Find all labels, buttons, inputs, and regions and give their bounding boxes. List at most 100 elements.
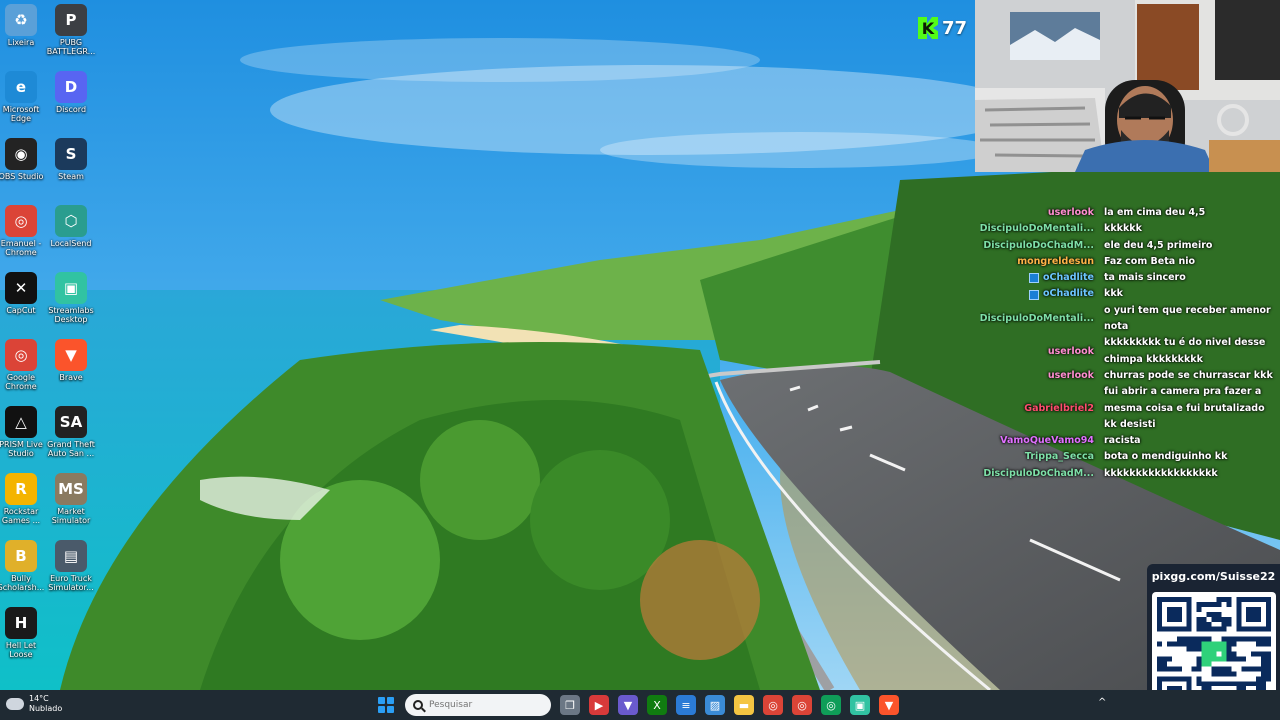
chrome-icon[interactable]: ◎: [821, 695, 841, 715]
market-simulator-icon: MS: [55, 473, 87, 505]
chat-username[interactable]: userlook: [980, 205, 1104, 221]
desktop-icon[interactable]: B Bully Scholarsh...: [0, 540, 46, 592]
recycle-bin-icon: ♻: [5, 4, 37, 36]
search-icon: [413, 700, 423, 710]
desktop-icon-label: Brave: [59, 373, 83, 382]
desktop-icon-label: Discord: [55, 105, 87, 114]
desktop-icon-label: OBS Studio: [0, 172, 44, 181]
chat-message-text: la em cima deu 4,5: [1104, 207, 1206, 218]
chat-message: oChadlite ta mais sincero: [980, 270, 1275, 286]
chat-username[interactable]: Trippa_Secca: [980, 449, 1104, 465]
desktop-icon-label: LocalSend: [50, 239, 92, 248]
steam-icon: S: [55, 138, 87, 170]
desktop-icon[interactable]: e Microsoft Edge: [0, 71, 46, 123]
chat-username[interactable]: oChadlite: [980, 270, 1104, 286]
desktop-icon-label: Microsoft Edge: [2, 105, 40, 123]
desktop-icon[interactable]: MS Market Simulator: [46, 473, 96, 525]
weather-widget[interactable]: 14°C Nublado: [6, 694, 62, 714]
desktop-icon[interactable]: P PUBG BATTLEGR...: [46, 4, 96, 56]
xbox-icon[interactable]: X: [647, 695, 667, 715]
desktop-icon[interactable]: ◎ Emanuel - Chrome: [0, 205, 46, 257]
desktop-icon-label: PRISM Live Studio: [0, 440, 43, 458]
chat-username[interactable]: oChadlite: [980, 286, 1104, 302]
kick-logo-icon: K: [918, 17, 938, 39]
discord-icon: D: [55, 71, 87, 103]
chat-message-text: kkk: [1104, 288, 1123, 300]
chat-message-text: Faz com Beta nio: [1104, 255, 1196, 267]
chat-message: mongreldesun Faz com Beta nio: [980, 254, 1275, 270]
chat-username[interactable]: VamoQueVamo94: [980, 433, 1104, 449]
chat-message-text: racista: [1104, 435, 1141, 447]
pix-url: pixgg.com/Suisse22: [1151, 570, 1276, 583]
brave-icon[interactable]: ▼: [879, 695, 899, 715]
desktop-icon[interactable]: D Discord: [46, 71, 96, 114]
chat-username[interactable]: DiscipuloDoChadM...: [980, 238, 1104, 254]
app-red-icon[interactable]: ▶: [589, 695, 609, 715]
desktop-icon-label: Emanuel - Chrome: [0, 239, 42, 257]
chat-message-text: fui abrir a camera pra fazer a mesma coi…: [1104, 386, 1265, 430]
chrome-icon[interactable]: ◎: [763, 695, 783, 715]
search-input[interactable]: [429, 700, 519, 710]
cloud-icon: [6, 698, 24, 710]
streamlabs-icon[interactable]: ▣: [850, 695, 870, 715]
taskbar-search[interactable]: [405, 694, 551, 716]
desktop-icon-label: Euro Truck Simulator...: [48, 574, 94, 592]
desktop-icon[interactable]: ▤ Euro Truck Simulator...: [46, 540, 96, 592]
streamlabs-icon: ▣: [55, 272, 87, 304]
desktop-icon[interactable]: ⬡ LocalSend: [46, 205, 96, 248]
localsend-icon: ⬡: [55, 205, 87, 237]
pubg-icon: P: [55, 4, 87, 36]
desktop-icon[interactable]: ◉ OBS Studio: [0, 138, 46, 181]
desktop-icon-label: Bully Scholarsh...: [0, 574, 45, 592]
desktop-icon-label: Grand Theft Auto San ...: [47, 440, 95, 458]
file-explorer-icon[interactable]: ▬: [734, 695, 754, 715]
chrome-icon[interactable]: ◎: [792, 695, 812, 715]
desktop-icon[interactable]: ▣ Streamlabs Desktop: [46, 272, 96, 324]
chevron-up-icon[interactable]: ^: [1098, 697, 1106, 708]
chat-message-text: ele deu 4,5 primeiro: [1104, 239, 1213, 251]
desktop-icon[interactable]: ▼ Brave: [46, 339, 96, 382]
chat-username[interactable]: DiscipuloDoChadM...: [980, 466, 1104, 482]
chat-message: Gabrielbriel2 fui abrir a camera pra faze…: [980, 384, 1275, 433]
vpn-icon[interactable]: ▼: [618, 695, 638, 715]
chat-username[interactable]: userlook: [980, 368, 1104, 384]
obs-icon: ◉: [5, 138, 37, 170]
chat-message: DiscipuloDoMentali... kkkkkk: [980, 221, 1275, 237]
desktop-icon[interactable]: H Hell Let Loose: [0, 607, 46, 659]
taskbar-apps: ❐ ▶ ▼ X ≡ ▨ ▬ ◎ ◎ ◎ ▣ ▼: [560, 695, 899, 715]
desktop-icon[interactable]: △ PRISM Live Studio: [0, 406, 46, 458]
brave-icon: ▼: [55, 339, 87, 371]
desktop-icon[interactable]: ♻ Lixeira: [0, 4, 46, 47]
chat-message: VamoQueVamo94 racista: [980, 433, 1275, 449]
chat-message-text: o yuri tem que receber amenor nota: [1104, 304, 1271, 333]
chat-username[interactable]: DiscipuloDoMentali...: [980, 303, 1104, 336]
bully-icon: B: [5, 540, 37, 572]
chrome-icon: ◎: [5, 339, 37, 371]
task-view-icon[interactable]: ❐: [560, 695, 580, 715]
photos-icon[interactable]: ▨: [705, 695, 725, 715]
desktop-icon[interactable]: ◎ Google Chrome: [0, 339, 46, 391]
start-button[interactable]: [376, 695, 396, 715]
hell-let-loose-icon: H: [5, 607, 37, 639]
chat-message-text: kkkkkkkkk tu é do nivel desse chimpa kkk…: [1104, 337, 1266, 365]
taskbar: 14°C Nublado ❐ ▶ ▼ X ≡ ▨ ▬ ◎ ◎ ◎ ▣ ▼ ^: [0, 690, 1280, 720]
desktop-icon[interactable]: SA Grand Theft Auto San ...: [46, 406, 96, 458]
desktop-icon[interactable]: S Steam: [46, 138, 96, 181]
chat-username[interactable]: Gabrielbriel2: [980, 384, 1104, 433]
desktop-icon-label: PUBG BATTLEGR...: [46, 38, 96, 56]
chat-username[interactable]: DiscipuloDoMentali...: [980, 221, 1104, 237]
chat-message-text: bota o mendiguinho kk: [1104, 451, 1228, 463]
desktop-icon-label: Market Simulator: [51, 507, 91, 525]
desktop-icon[interactable]: R Rockstar Games ...: [0, 473, 46, 525]
system-tray: ^: [1098, 697, 1106, 708]
desktop-icon[interactable]: ✕ CapCut: [0, 272, 46, 315]
taskbar-center: ❐ ▶ ▼ X ≡ ▨ ▬ ◎ ◎ ◎ ▣ ▼: [376, 694, 899, 716]
chat-message: DiscipuloDoChadM... kkkkkkkkkkkkkkkkkk: [980, 466, 1275, 482]
subscriber-badge-icon: [1029, 273, 1040, 284]
chat-message-text: ta mais sincero: [1104, 272, 1186, 284]
chat-username[interactable]: userlook: [980, 335, 1104, 368]
chat-username[interactable]: mongreldesun: [980, 254, 1104, 270]
desktop-icon-label: Lixeira: [7, 38, 35, 47]
notepad-icon[interactable]: ≡: [676, 695, 696, 715]
chat-message: DiscipuloDoMentali... o yuri tem que rece…: [980, 303, 1275, 336]
